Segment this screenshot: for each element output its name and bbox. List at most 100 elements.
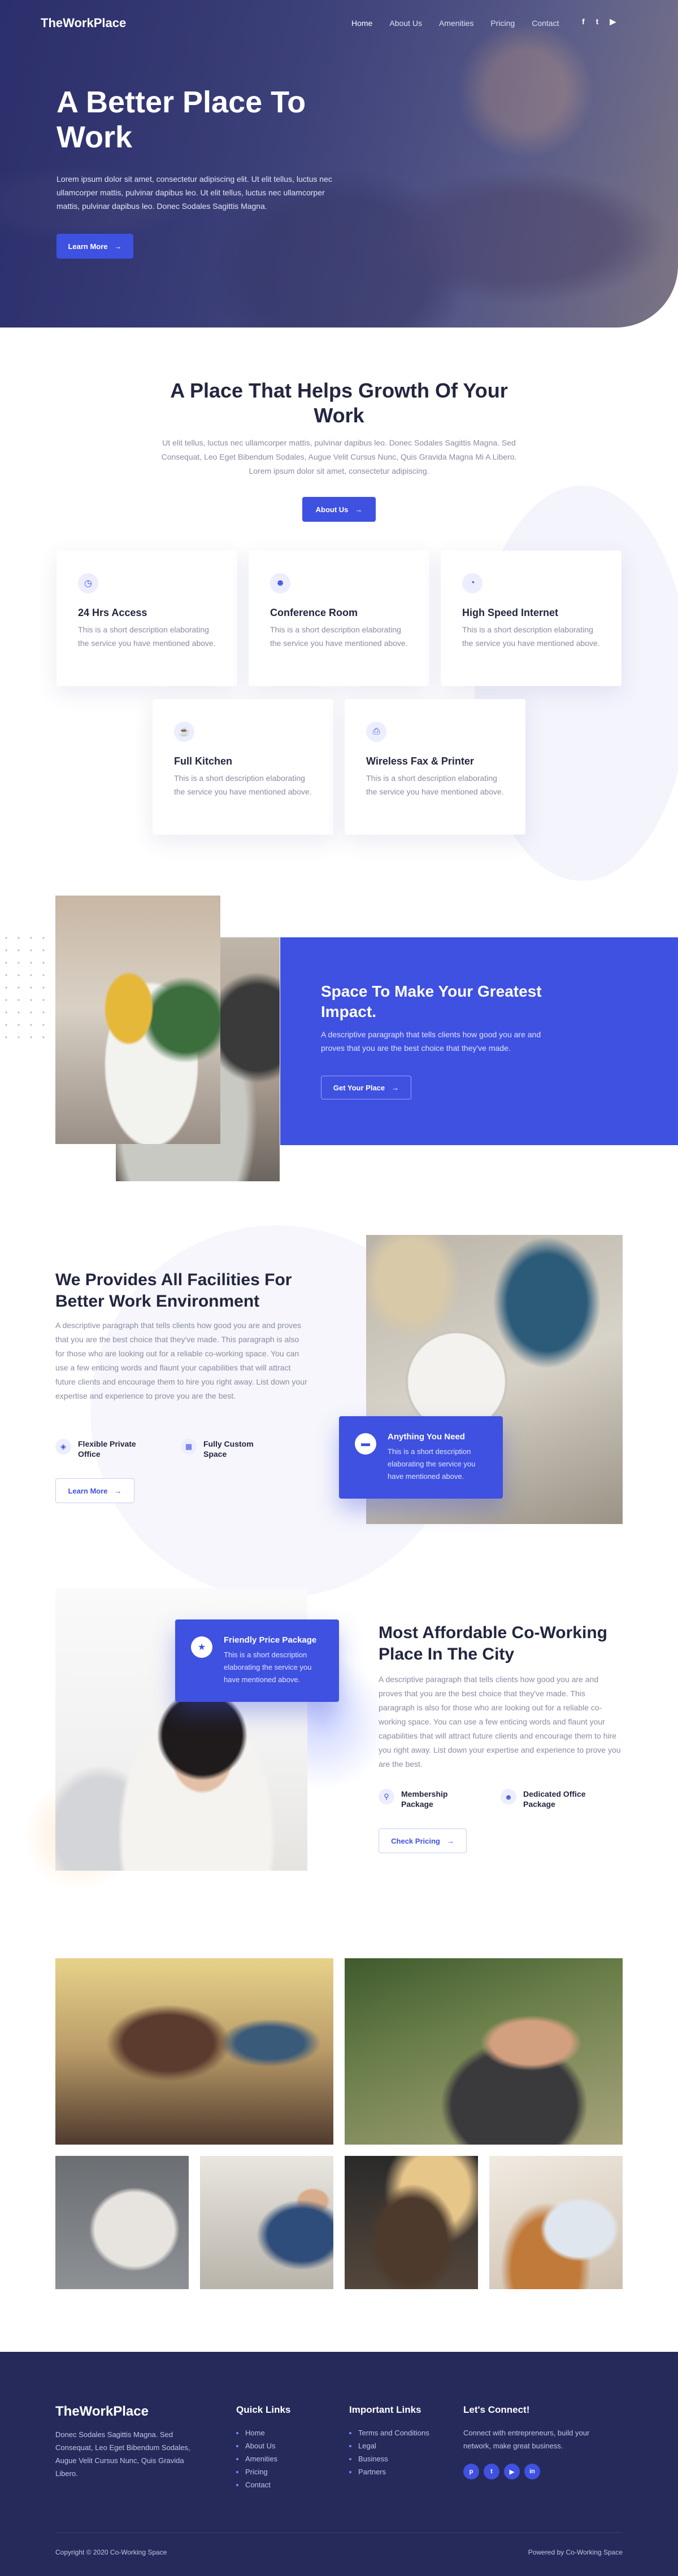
affordable-title: Most Affordable Co-Working Place In The … xyxy=(379,1623,607,1664)
nav-item-pricing[interactable]: Pricing xyxy=(490,19,515,28)
feature-card-title: Wireless Fax & Printer xyxy=(366,756,474,767)
printer-icon: ⎙ xyxy=(366,722,386,742)
gallery-photo xyxy=(489,2156,623,2289)
youtube-icon[interactable]: ▶ xyxy=(610,17,616,27)
quick-links-title: Quick Links xyxy=(236,2404,291,2415)
gallery-photo xyxy=(200,2156,333,2289)
impact-panel: Space To Make Your Greatest Impact. A de… xyxy=(280,937,678,1145)
nav-item-contact[interactable]: Contact xyxy=(532,19,559,28)
building-icon: ▦ xyxy=(181,1439,197,1455)
footer-link-pricing[interactable]: Pricing xyxy=(236,2465,277,2478)
feature-label: Flexible Private Office xyxy=(78,1439,136,1459)
facilities-title: We Provides All Facilities For Better Wo… xyxy=(55,1270,292,1311)
feature-card-text: This is a short description elaborating … xyxy=(462,625,600,648)
arrow-right-icon: → xyxy=(355,505,363,514)
feature-card-title: High Speed Internet xyxy=(462,607,559,618)
connect-text: Connect with entrepreneurs, build your n… xyxy=(463,2429,590,2450)
site-footer: TheWorkPlace Donec Sodales Sagittis Magn… xyxy=(0,2352,678,2576)
facilities-learn-more-button[interactable]: Learn More → xyxy=(55,1478,134,1503)
feature-label: Membership Package xyxy=(401,1789,448,1809)
decorative-dot-grid xyxy=(0,932,45,1045)
gallery-photo xyxy=(345,2156,478,2289)
info-card-title: Friendly Price Package xyxy=(224,1635,317,1645)
sofa-icon: ▬ xyxy=(355,1433,376,1455)
friendly-price-package-card: ★ Friendly Price Package This is a short… xyxy=(175,1619,339,1702)
twitter-icon[interactable]: t xyxy=(596,17,599,27)
linkedin-icon[interactable]: in xyxy=(524,2464,540,2479)
hero-title: A Better Place To Work xyxy=(56,85,306,154)
footer-link-business[interactable]: Business xyxy=(349,2452,429,2465)
feature-card-text: This is a short description elaborating … xyxy=(174,774,312,796)
check-pricing-label: Check Pricing xyxy=(391,1836,440,1845)
footer-link-contact[interactable]: Contact xyxy=(236,2478,277,2491)
feature-card-24hrs-access: ◷ 24 Hrs Access This is a short descript… xyxy=(56,551,237,686)
feature-label: Dedicated Office Package xyxy=(523,1789,586,1809)
twitter-icon[interactable]: t xyxy=(484,2464,499,2479)
nav-item-home[interactable]: Home xyxy=(351,19,372,28)
impact-text: A descriptive paragraph that tells clien… xyxy=(321,1030,541,1053)
speed-gauge-icon: ◔ xyxy=(462,573,483,593)
connect-title: Let's Connect! xyxy=(463,2404,530,2415)
youtube-icon[interactable]: ▶ xyxy=(504,2464,520,2479)
feature-card-conference-room: ☻ Conference Room This is a short descri… xyxy=(249,551,429,686)
cube-icon: ◈ xyxy=(55,1439,71,1455)
site-logo[interactable]: TheWorkPlace xyxy=(41,16,126,30)
feature-card-title: Full Kitchen xyxy=(174,756,232,767)
nav-item-amenities[interactable]: Amenities xyxy=(439,19,473,28)
kitchen-icon: ☕ xyxy=(174,722,194,742)
feature-card-title: 24 Hrs Access xyxy=(78,607,147,618)
footer-link-legal[interactable]: Legal xyxy=(349,2439,429,2452)
feature-fully-custom-space: ▦ Fully Custom Space xyxy=(181,1439,271,1459)
footer-link-home[interactable]: Home xyxy=(236,2426,277,2439)
arrow-right-icon: → xyxy=(392,1083,399,1092)
footer-link-partners[interactable]: Partners xyxy=(349,2465,429,2478)
anything-you-need-card: ▬ Anything You Need This is a short desc… xyxy=(339,1416,503,1499)
arrow-right-icon: → xyxy=(114,1486,122,1495)
team-icon: ☻ xyxy=(501,1789,516,1805)
nav-item-about-us[interactable]: About Us xyxy=(389,19,422,28)
hero-section: TheWorkPlace Home About Us Amenities Pri… xyxy=(0,0,678,328)
impact-title: Space To Make Your Greatest Impact. xyxy=(321,983,542,1020)
feature-dedicated-office-package: ☻ Dedicated Office Package xyxy=(501,1789,591,1809)
feature-card-text: This is a short description elaborating … xyxy=(366,774,504,796)
footer-logo[interactable]: TheWorkPlace xyxy=(55,2404,149,2420)
get-your-place-button[interactable]: Get Your Place → xyxy=(321,1076,411,1099)
gallery-photo xyxy=(55,1958,333,2145)
footer-link-amenities[interactable]: Amenities xyxy=(236,2452,277,2465)
gallery-photo xyxy=(55,2156,189,2289)
footer-social-links: p t ▶ in xyxy=(463,2464,540,2479)
hero-learn-more-label: Learn More xyxy=(68,242,108,251)
about-us-label: About Us xyxy=(315,505,349,514)
feature-label: Fully Custom Space xyxy=(203,1439,254,1459)
clock-icon: ◷ xyxy=(78,573,98,593)
top-navigation: TheWorkPlace Home About Us Amenities Pri… xyxy=(0,0,678,45)
footer-description: Donec Sodales Sagittis Magna. Sed Conseq… xyxy=(55,2430,190,2478)
arrow-right-icon: → xyxy=(114,242,122,251)
users-icon: ☻ xyxy=(270,573,290,593)
quick-links-list: Home About Us Amenities Pricing Contact xyxy=(236,2426,277,2491)
pinterest-icon[interactable]: p xyxy=(463,2464,479,2479)
footer-link-terms[interactable]: Terms and Conditions xyxy=(349,2426,429,2439)
about-us-button[interactable]: About Us → xyxy=(302,497,376,522)
info-card-text: This is a short description elaborating … xyxy=(224,1651,312,1684)
place-title: A Place That Helps Growth Of Your Work xyxy=(170,379,508,427)
feature-card-title: Conference Room xyxy=(270,607,358,618)
place-text: Ut elit tellus, luctus nec ullamcorper m… xyxy=(161,438,517,475)
header-social-links: f t ▶ xyxy=(582,17,616,27)
feature-card-high-speed-internet: ◔ High Speed Internet This is a short de… xyxy=(441,551,621,686)
hero-text: Lorem ipsum dolor sit amet, consectetur … xyxy=(56,174,332,211)
feature-membership-package: ⚲ Membership Package xyxy=(379,1789,469,1809)
affordable-text: A descriptive paragraph that tells clien… xyxy=(379,1675,621,1769)
copyright-text: Copyright © 2020 Co-Working Space xyxy=(55,2548,167,2556)
important-links-list: Terms and Conditions Legal Business Part… xyxy=(349,2426,429,2478)
check-pricing-button[interactable]: Check Pricing → xyxy=(379,1828,467,1853)
facilities-text: A descriptive paragraph that tells clien… xyxy=(55,1321,307,1400)
footer-link-about-us[interactable]: About Us xyxy=(236,2439,277,2452)
feature-card-text: This is a short description elaborating … xyxy=(270,625,408,648)
powered-by-text: Powered by Co-Working Space xyxy=(528,2548,623,2556)
feature-card-full-kitchen: ☕ Full Kitchen This is a short descripti… xyxy=(153,699,333,835)
hero-learn-more-button[interactable]: Learn More → xyxy=(56,234,133,259)
facebook-icon[interactable]: f xyxy=(582,17,585,27)
facilities-learn-more-label: Learn More xyxy=(68,1486,108,1495)
gallery-photo xyxy=(345,1958,623,2145)
